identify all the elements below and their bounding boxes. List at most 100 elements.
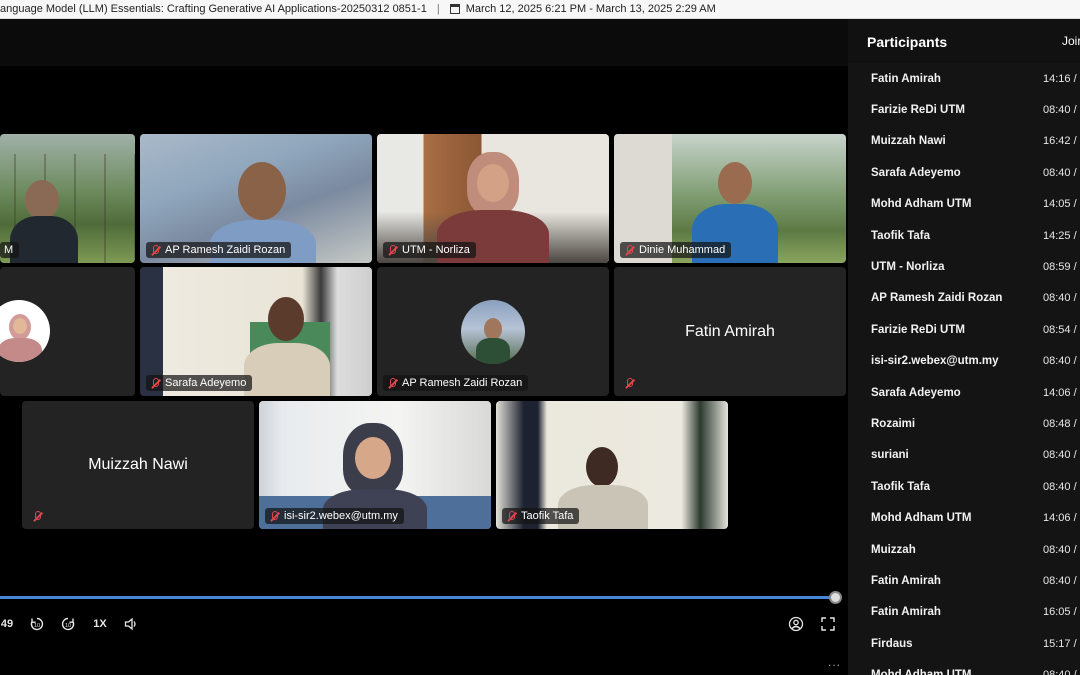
muted-mic-icon [624, 378, 634, 389]
participant-row-name: Mohd Adham UTM [871, 198, 972, 211]
participant-row[interactable]: isi-sir2.webex@utm.my 08:40 / [848, 346, 1080, 377]
participants-panel: Participants Joir Fatin Amirah 14:16 / Far… [848, 19, 1080, 675]
participant-row-name: Muizzah Nawi [871, 135, 946, 148]
participant-join-time: 08:40 / [1043, 104, 1077, 117]
participant-row[interactable]: suriani 08:40 / [848, 440, 1080, 471]
muted-mic-icon [387, 244, 397, 256]
calendar-icon [449, 4, 460, 14]
participant-row[interactable]: Sarafa Adeyemo 14:06 / [848, 377, 1080, 408]
participant-row-name: Rozaimi [871, 417, 916, 430]
participant-avatar [0, 300, 50, 362]
participant-avatar [461, 300, 525, 364]
participant-join-time: 08:40 / [1043, 355, 1077, 368]
participant-row[interactable]: Muizzah Nawi 16:42 / [848, 126, 1080, 157]
participant-row[interactable]: Farizie ReDi UTM 08:40 / [848, 94, 1080, 125]
stage-header [0, 19, 848, 66]
video-tile[interactable]: Muizzah Nawi [22, 401, 254, 529]
video-tile[interactable]: AP Ramesh Zaidi Rozan [377, 267, 609, 396]
participant-row-name: Firdaus [871, 637, 913, 650]
video-tile[interactable]: isi-sir2.webex@utm.my [259, 401, 491, 529]
participants-header: Participants Joir [848, 19, 1080, 63]
playback-speed-button[interactable]: 1X [88, 612, 112, 636]
participant-row-name: AP Ramesh Zaidi Rozan [871, 292, 1003, 305]
participant-row-name: Taofik Tafa [871, 480, 930, 493]
svg-text:10: 10 [65, 623, 71, 629]
forward-10-icon[interactable]: 10 [58, 612, 78, 636]
participant-join-time: 08:40 / [1043, 166, 1077, 179]
participant-row-name: UTM - Norliza [871, 261, 945, 274]
video-tile[interactable]: Sarafa Adeyemo [140, 267, 372, 396]
participant-name: Fatin Amirah [685, 322, 775, 340]
participant-join-time: 08:40 / [1043, 543, 1077, 556]
participant-name: M [4, 244, 14, 256]
participant-row[interactable]: UTM - Norliza 08:59 / [848, 251, 1080, 282]
video-tile[interactable]: Fatin Amirah [614, 267, 846, 396]
participant-row-name: Sarafa Adeyemo [871, 386, 961, 399]
participant-join-time: 08:40 / [1043, 449, 1077, 462]
muted-mic-icon [150, 377, 160, 389]
participant-join-time: 14:05 / [1043, 198, 1077, 211]
participant-row-name: Fatin Amirah [871, 574, 941, 587]
muted-mic-icon [32, 511, 42, 522]
participant-join-time: 08:48 / [1043, 417, 1077, 430]
participant-row[interactable]: AP Ramesh Zaidi Rozan 08:40 / [848, 283, 1080, 314]
participant-row[interactable]: Taofik Tafa 08:40 / [848, 471, 1080, 502]
fullscreen-icon[interactable] [818, 612, 838, 636]
participant-row[interactable]: Fatin Amirah 14:16 / [848, 63, 1080, 94]
recording-title-bar: anguage Model (LLM) Essentials: Crafting… [0, 0, 1080, 19]
current-time: 49 [0, 618, 14, 630]
participant-row[interactable]: Fatin Amirah 16:05 / [848, 597, 1080, 628]
video-tile[interactable]: M [0, 134, 135, 263]
title-separator: | [436, 3, 440, 15]
video-tile[interactable]: AP Ramesh Zaidi Rozan [140, 134, 372, 263]
video-stage: M AP Ramesh Zaidi Rozan UTM - Norliza Di… [0, 19, 848, 675]
video-tile[interactable]: Taofik Tafa [496, 401, 728, 529]
participant-name: Sarafa Adeyemo [165, 377, 247, 389]
participant-row[interactable]: Farizie ReDi UTM 08:54 / [848, 314, 1080, 345]
participant-row-name: Sarafa Adeyemo [871, 166, 961, 179]
participant-row-name: Taofik Tafa [871, 229, 930, 242]
participant-name: AP Ramesh Zaidi Rozan [402, 377, 523, 389]
participant-row[interactable]: Firdaus 15:17 / [848, 628, 1080, 659]
participant-join-time: 16:42 / [1043, 135, 1077, 148]
video-tile[interactable]: UTM - Norliza [377, 134, 609, 263]
participant-row[interactable]: Rozaimi 08:48 / [848, 408, 1080, 439]
participant-name: UTM - Norliza [402, 244, 470, 256]
volume-icon[interactable] [121, 612, 141, 636]
participant-join-time: 08:40 / [1043, 292, 1077, 305]
participant-row-name: Mohd Adham UTM [871, 669, 972, 675]
muted-mic-icon [506, 510, 516, 522]
muted-mic-icon [387, 377, 397, 389]
participant-join-time: 16:05 / [1043, 606, 1077, 619]
participant-row[interactable]: Sarafa Adeyemo 08:40 / [848, 157, 1080, 188]
panel-title: Participants [867, 34, 948, 50]
participant-row[interactable]: Mohd Adham UTM 14:06 / [848, 502, 1080, 533]
participants-list[interactable]: Fatin Amirah 14:16 / Farizie ReDi UTM 08:40… [848, 63, 1080, 675]
participant-name: AP Ramesh Zaidi Rozan [165, 244, 286, 256]
more-options-icon[interactable]: ... [828, 655, 841, 669]
participant-join-time: 15:17 / [1043, 637, 1077, 650]
participant-row-name: suriani [871, 449, 909, 462]
participant-row-name: Mohd Adham UTM [871, 512, 972, 525]
video-tile[interactable] [0, 267, 135, 396]
participant-row-name: Farizie ReDi UTM [871, 104, 965, 117]
playback-controls: 49 10 10 1X [0, 612, 848, 636]
participant-row[interactable]: Mohd Adham UTM 14:05 / [848, 189, 1080, 220]
participant-join-time: 14:25 / [1043, 229, 1077, 242]
participant-row-name: Muizzah [871, 543, 916, 556]
participant-row[interactable]: Mohd Adham UTM 08:40 / [848, 659, 1080, 675]
participant-row[interactable]: Taofik Tafa 14:25 / [848, 220, 1080, 251]
rewind-10-icon[interactable]: 10 [27, 612, 47, 636]
participant-join-time: 08:40 / [1043, 574, 1077, 587]
join-time-column-header: Joir [1062, 34, 1080, 48]
participant-row-name: Fatin Amirah [871, 606, 941, 619]
participant-view-icon[interactable] [786, 612, 806, 636]
progress-knob[interactable] [829, 591, 842, 604]
participant-row[interactable]: Muizzah 08:40 / [848, 534, 1080, 565]
participant-name: Dinie Muhammad [639, 244, 726, 256]
recording-title: anguage Model (LLM) Essentials: Crafting… [0, 3, 427, 15]
video-tile[interactable]: Dinie Muhammad [614, 134, 846, 263]
participant-row[interactable]: Fatin Amirah 08:40 / [848, 565, 1080, 596]
participant-row-name: Farizie ReDi UTM [871, 323, 965, 336]
playback-progress-bar[interactable] [0, 596, 835, 599]
